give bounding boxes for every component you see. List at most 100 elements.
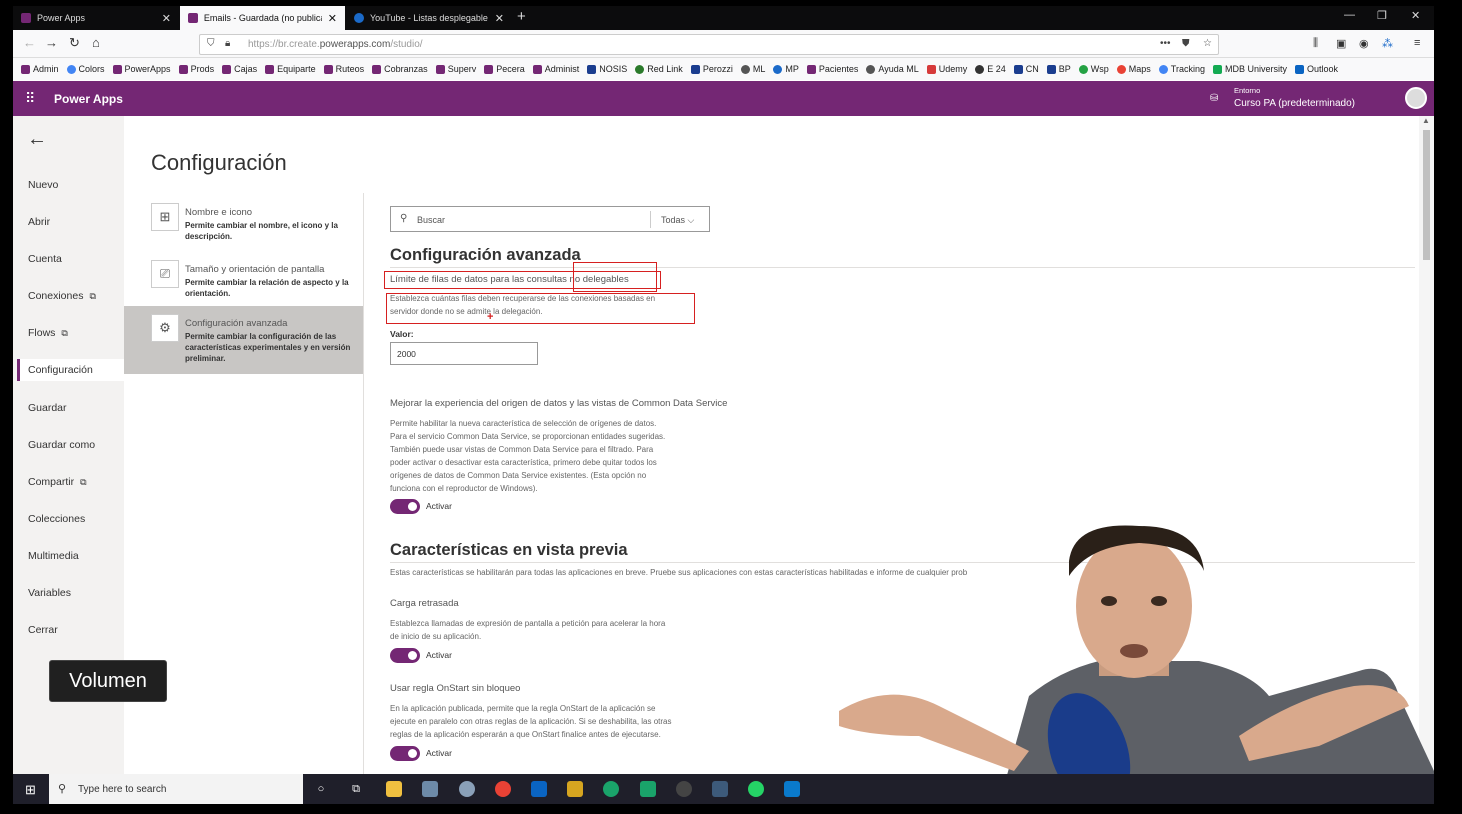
bookmark[interactable]: Cobranzas bbox=[372, 64, 428, 74]
menu-item-configuracion[interactable]: Configuración bbox=[17, 359, 124, 381]
bookmark[interactable]: NOSIS bbox=[587, 64, 627, 74]
row-limit-input[interactable]: 2000 bbox=[390, 342, 538, 365]
settings-nav-screen-size[interactable]: ⎚ Tamaño y orientación de pantalla Permi… bbox=[124, 252, 364, 308]
task-view-icon[interactable]: ⧉ bbox=[348, 781, 364, 797]
bookmark[interactable]: Admin bbox=[21, 64, 59, 74]
menu-item-multimedia[interactable]: Multimedia bbox=[28, 550, 79, 562]
tab-power-apps[interactable]: Power Apps ✕ bbox=[13, 6, 179, 30]
star-icon[interactable]: ☆ bbox=[1203, 38, 1212, 49]
calculator-icon[interactable] bbox=[422, 781, 438, 797]
bookmark[interactable]: Equiparte bbox=[265, 64, 316, 74]
bookmark-label: Ayuda ML bbox=[878, 64, 919, 74]
bookmark[interactable]: Red Link bbox=[635, 64, 683, 74]
settings-search[interactable]: ⚲ Buscar Todas ⌵ bbox=[390, 206, 710, 232]
bookmark[interactable]: Ayuda ML bbox=[866, 64, 919, 74]
menu-item-flows[interactable]: Flows ⧉ bbox=[28, 327, 68, 339]
menu-item-compartir[interactable]: Compartir ⧉ bbox=[28, 476, 87, 488]
close-tab-icon[interactable]: ✕ bbox=[495, 12, 504, 25]
delayed-load-toggle[interactable] bbox=[390, 648, 420, 663]
app-icon[interactable] bbox=[712, 781, 728, 797]
tab-youtube[interactable]: YouTube - Listas desplegables ✕ bbox=[346, 6, 512, 30]
file-explorer-icon[interactable] bbox=[386, 781, 402, 797]
taskbar-search[interactable]: ⚲ Type here to search bbox=[49, 774, 303, 804]
url-bar[interactable]: ⛉ 🔒︎ https://br.create. powerapps.com/stu… bbox=[199, 34, 1219, 55]
bookmark[interactable]: CN bbox=[1013, 64, 1039, 74]
close-tab-icon[interactable]: ✕ bbox=[162, 12, 171, 25]
menu-item-conexiones[interactable]: Conexiones ⧉ bbox=[28, 290, 96, 302]
bookmark[interactable]: Prods bbox=[178, 64, 214, 74]
outlook-icon[interactable] bbox=[531, 781, 547, 797]
settings-nav-advanced[interactable]: ⚙ Configuración avanzada Permite cambiar… bbox=[124, 306, 364, 374]
bookmark[interactable]: E 24 bbox=[975, 64, 1006, 74]
bookmark[interactable]: Udemy bbox=[926, 64, 967, 74]
bookmark[interactable]: Tracking bbox=[1158, 64, 1205, 74]
bookmark[interactable]: PowerApps bbox=[112, 64, 171, 74]
back-icon[interactable]: ← bbox=[23, 35, 36, 50]
bookmark[interactable]: BP bbox=[1046, 64, 1071, 74]
bookmark[interactable]: ML bbox=[740, 64, 765, 74]
bookmark[interactable]: Superv bbox=[435, 64, 476, 74]
extension-icon[interactable]: ⁂ bbox=[1382, 37, 1393, 50]
bookmark[interactable]: Perozzi bbox=[690, 64, 733, 74]
cds-toggle[interactable] bbox=[390, 499, 420, 514]
windows-start-icon[interactable]: ⊞ bbox=[25, 782, 36, 798]
vscode-icon[interactable] bbox=[784, 781, 800, 797]
environment-value[interactable]: Curso PA (predeterminado) bbox=[1234, 98, 1355, 109]
tab-emails[interactable]: Emails - Guardada (no publica ✕ bbox=[180, 6, 345, 30]
avatar[interactable] bbox=[1405, 87, 1427, 109]
new-tab-icon[interactable]: + bbox=[517, 8, 526, 25]
close-tab-icon[interactable]: ✕ bbox=[328, 12, 337, 25]
sidebar-icon[interactable]: ▣ bbox=[1336, 37, 1346, 50]
account-icon[interactable]: ◉ bbox=[1359, 37, 1369, 50]
taskbar-search-input[interactable]: Type here to search bbox=[78, 784, 166, 795]
forward-icon[interactable]: → bbox=[45, 35, 58, 50]
settings-nav-name-icon[interactable]: ⊞ Nombre e icono Permite cambiar el nomb… bbox=[124, 195, 364, 251]
app-icon[interactable] bbox=[567, 781, 583, 797]
more-icon[interactable]: ••• bbox=[1160, 38, 1171, 49]
back-arrow-icon[interactable]: ← bbox=[27, 128, 47, 151]
menu-item-abrir[interactable]: Abrir bbox=[28, 216, 50, 228]
bookmark[interactable]: Cajas bbox=[222, 64, 257, 74]
scroll-up-icon[interactable]: ▲ bbox=[1422, 116, 1430, 125]
menu-item-nuevo[interactable]: Nuevo bbox=[28, 179, 58, 191]
reload-icon[interactable]: ↻ bbox=[69, 35, 80, 51]
scroll-thumb[interactable] bbox=[1423, 130, 1430, 260]
app-launcher-icon[interactable]: ⠿ bbox=[25, 90, 35, 107]
bookmark[interactable]: Wsp bbox=[1078, 64, 1109, 74]
menu-item-cerrar[interactable]: Cerrar bbox=[28, 624, 58, 636]
menu-item-guardar-como[interactable]: Guardar como bbox=[28, 439, 95, 451]
home-icon[interactable]: ⌂ bbox=[92, 35, 100, 50]
search-input[interactable]: Buscar bbox=[417, 215, 445, 225]
bookmark[interactable]: Pacientes bbox=[806, 64, 858, 74]
bookmark[interactable]: MP bbox=[773, 64, 799, 74]
app-icon[interactable] bbox=[459, 781, 475, 797]
whatsapp-icon[interactable] bbox=[748, 781, 764, 797]
menu-item-cuenta[interactable]: Cuenta bbox=[28, 253, 62, 265]
presenter-right-eye bbox=[1151, 596, 1167, 606]
bookmark[interactable]: Pecera bbox=[484, 64, 525, 74]
minimize-icon[interactable]: — bbox=[1344, 9, 1355, 21]
bookmark[interactable]: Maps bbox=[1116, 64, 1151, 74]
menu-icon[interactable]: ≡ bbox=[1414, 37, 1420, 49]
cortana-icon[interactable]: ○ bbox=[313, 781, 329, 797]
menu-item-guardar[interactable]: Guardar bbox=[28, 402, 67, 414]
bookmark[interactable]: Colors bbox=[66, 64, 105, 74]
window-close-icon[interactable]: ✕ bbox=[1411, 9, 1420, 22]
filter-dropdown[interactable]: Todas ⌵ bbox=[661, 215, 694, 226]
pocket-icon[interactable]: ⛊ bbox=[1182, 38, 1190, 49]
bookmark[interactable]: Outlook bbox=[1295, 64, 1338, 74]
onstart-toggle[interactable] bbox=[390, 746, 420, 761]
obs-icon[interactable] bbox=[676, 781, 692, 797]
restore-icon[interactable]: ❐ bbox=[1377, 9, 1387, 22]
bookmark[interactable]: Ruteos bbox=[323, 64, 364, 74]
url-prefix: https://br.create. bbox=[248, 39, 320, 50]
menu-item-variables[interactable]: Variables bbox=[28, 587, 71, 599]
app-icon[interactable] bbox=[603, 781, 619, 797]
chrome-icon[interactable] bbox=[495, 781, 511, 797]
bookmark[interactable]: MDB University bbox=[1212, 64, 1287, 74]
bookmark[interactable]: Administ bbox=[532, 64, 579, 74]
bookmark-favicon-icon bbox=[926, 64, 936, 74]
library-icon[interactable]: ⫼ bbox=[1313, 37, 1318, 50]
menu-item-colecciones[interactable]: Colecciones bbox=[28, 513, 85, 525]
app-icon[interactable] bbox=[640, 781, 656, 797]
